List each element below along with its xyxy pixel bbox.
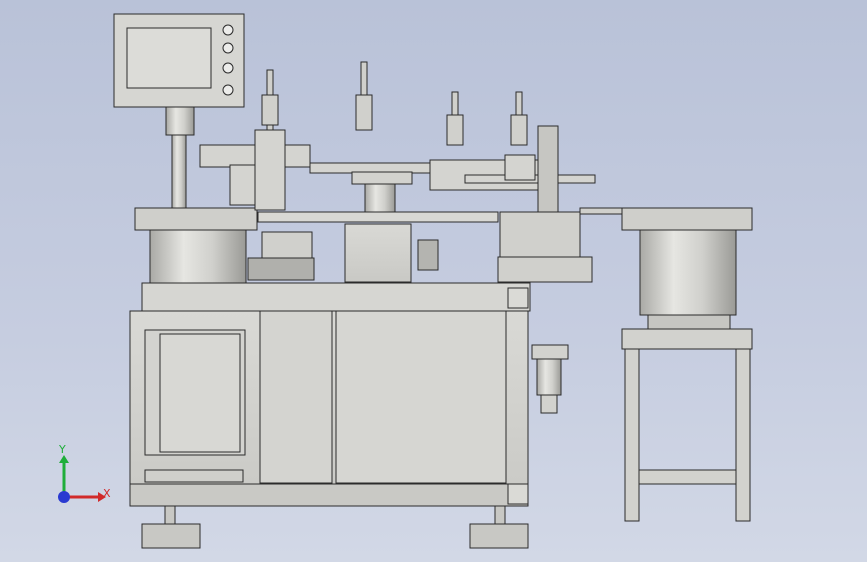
x-axis-label: X [103, 487, 111, 500]
coordinate-triad-icon[interactable] [58, 455, 106, 503]
touch-screen-panel [113, 13, 245, 211]
y-axis-label: Y [59, 443, 66, 456]
main-cabinet [129, 282, 531, 507]
linear-slide [199, 125, 596, 217]
pneumatic-cylinder-group [261, 61, 528, 146]
cad-viewport[interactable]: X Y [0, 0, 867, 562]
feeder-stand [621, 328, 753, 522]
filter-regulator [531, 344, 569, 414]
feeding-bowl-right [621, 207, 753, 330]
machine-model[interactable] [0, 0, 867, 562]
leveling-foot [141, 505, 529, 549]
